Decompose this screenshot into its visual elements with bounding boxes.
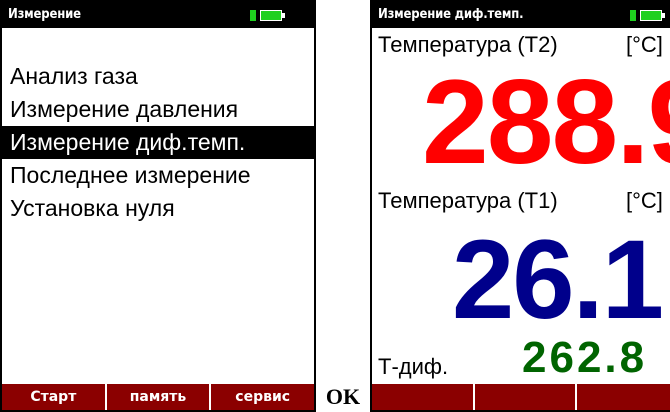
- menu-title: Измерение: [8, 7, 81, 22]
- diff-temp-screen: Измерение диф.темп. Температура (T2) [°C…: [370, 0, 670, 412]
- menu-screen: Измерение Анализ газа Измерение давления…: [0, 0, 316, 412]
- menu-item-last-measurement[interactable]: Последнее измерение: [2, 159, 314, 192]
- menu-item-pressure[interactable]: Измерение давления: [2, 93, 314, 126]
- start-button[interactable]: Старт: [2, 384, 107, 410]
- memory-button[interactable]: память: [107, 384, 212, 410]
- t1-unit: [°C]: [626, 188, 663, 213]
- diff-temp-title-bar: Измерение диф.темп.: [372, 2, 670, 28]
- menu-item-diff-temp[interactable]: Измерение диф.темп.: [2, 126, 314, 159]
- t1-value: 26.1: [452, 217, 664, 342]
- menu-item-zero-setting[interactable]: Установка нуля: [2, 192, 314, 225]
- softkey-2[interactable]: [475, 384, 578, 410]
- measurement-menu: Анализ газа Измерение давления Измерение…: [2, 60, 314, 225]
- softkey-bar: Старт память сервис: [2, 384, 314, 410]
- t2-value: 288.9: [422, 55, 670, 189]
- menu-title-bar: Измерение: [2, 2, 314, 28]
- diff-temp-title: Измерение диф.темп.: [378, 7, 524, 22]
- diff-value: 262.8: [522, 333, 648, 382]
- ok-label: OK: [325, 384, 361, 409]
- diff-label: Т-диф.: [378, 354, 449, 379]
- softkey-bar-right: [372, 384, 670, 410]
- softkey-3[interactable]: [577, 384, 670, 410]
- t1-label: Температура (T1): [378, 188, 558, 213]
- menu-item-gas-analysis[interactable]: Анализ газа: [2, 60, 314, 93]
- service-button[interactable]: сервис: [211, 384, 314, 410]
- softkey-1[interactable]: [372, 384, 475, 410]
